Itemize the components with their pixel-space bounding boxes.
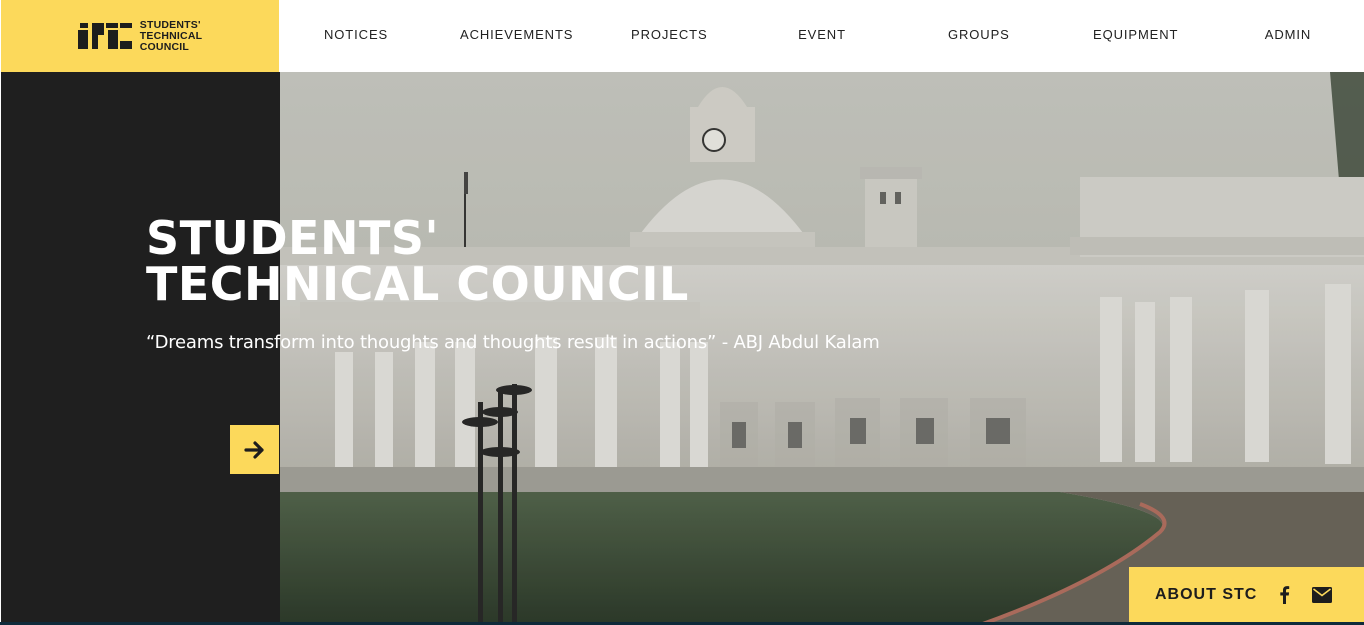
logo[interactable]: STUDENTS' TECHNICAL COUNCIL [1,0,279,72]
nav-notices[interactable]: NOTICES [324,0,388,72]
stc-logo-icon [77,23,132,49]
nav-achievements[interactable]: ACHIEVEMENTS [460,0,572,72]
arrow-right-icon [243,440,264,459]
nav-projects[interactable]: PROJECTS [631,0,707,72]
facebook-icon[interactable] [1279,585,1290,604]
hero-title-line-1: STUDENTS' [146,211,440,265]
hero-title: STUDENTS' TECHNICAL COUNCIL [146,215,689,307]
nav-event-calendar[interactable]: EVENT CALENDAR [763,0,881,112]
site-header: STUDENTS' TECHNICAL COUNCIL NOTICES ACHI… [0,0,1364,112]
logo-line-1: STUDENTS' [139,18,201,31]
nav-equipment[interactable]: EQUIPMENT [1093,0,1177,72]
logo-line-3: COUNCIL [139,40,189,53]
hero-section: STUDENTS' TECHNICAL COUNCIL “Dreams tran… [0,72,1364,625]
nav-admin[interactable]: ADMIN [1264,0,1312,72]
main-nav: NOTICES ACHIEVEMENTS PROJECTS EVENT CALE… [279,0,1364,112]
hero-quote: “Dreams transform into thoughts and thou… [146,332,880,353]
hero-title-line-2: TECHNICAL COUNCIL [146,257,689,311]
about-stc-bar: ABOUT STC [1129,567,1364,622]
nav-groups[interactable]: GROUPS [948,0,1009,72]
about-stc-link[interactable]: ABOUT STC [1155,586,1257,604]
envelope-icon[interactable] [1312,586,1333,603]
logo-text: STUDENTS' TECHNICAL COUNCIL [139,18,203,53]
logo-line-2: TECHNICAL [139,29,203,42]
next-slide-button[interactable] [230,425,279,474]
